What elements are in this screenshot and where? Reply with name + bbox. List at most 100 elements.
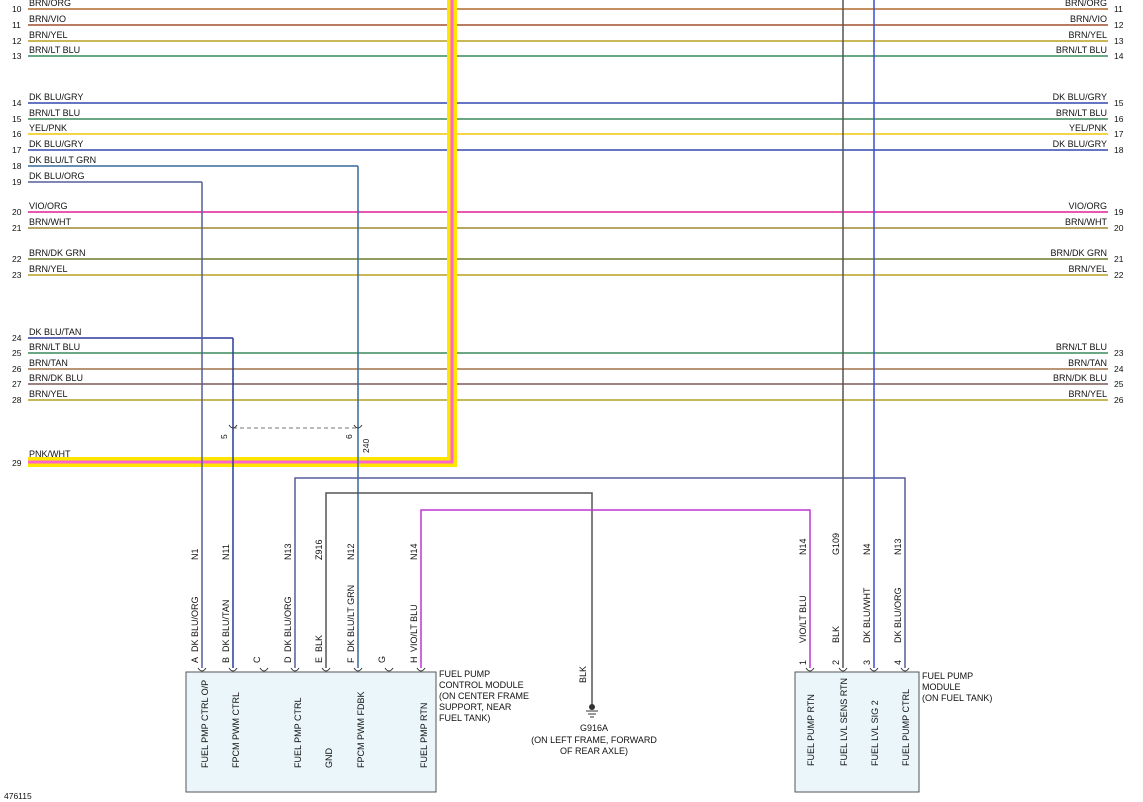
fpm-wire-4: DK BLU/ORG <box>893 587 903 643</box>
wire-label-24: DK BLU/TAN <box>29 327 81 337</box>
fpcm-wire-B: DK BLU/TAN <box>221 600 231 652</box>
fpcm-title-line-1: CONTROL MODULE <box>439 680 524 690</box>
wire-label-21: BRN/WHT <box>29 217 71 227</box>
ground-dot <box>589 704 595 710</box>
fpcm-function-A: FUEL PMP CTRL O/P <box>200 680 210 768</box>
harness-wires <box>28 0 1108 467</box>
wire-label-17: DK BLU/GRY <box>29 139 83 149</box>
right-wire-label-22: BRN/DK GRN <box>1050 248 1107 258</box>
left-pin-11: 11 <box>12 20 21 30</box>
left-pin-14: 14 <box>12 98 22 108</box>
right-pin-24: 24 <box>1114 364 1124 374</box>
fpcm-pin-mark <box>259 667 269 672</box>
right-pin-16: 16 <box>1114 114 1124 124</box>
fpcm-pin-letter-H: H <box>409 657 419 664</box>
figure-id: 476115 <box>4 791 32 801</box>
right-wire-label-16: YEL/PNK <box>1069 123 1107 133</box>
right-wire-label-17: DK BLU/GRY <box>1053 139 1107 149</box>
fpcm-box <box>185 671 437 793</box>
fpcm-circuit-B: N11 <box>221 544 231 560</box>
fpm-title-line-0: FUEL PUMP <box>922 671 973 681</box>
fpcm-pin-letter-B: B <box>221 657 231 663</box>
fpm-wire-1: VIO/LT BLU <box>798 595 808 643</box>
right-wire-label-13: BRN/LT BLU <box>1056 45 1107 55</box>
left-pin-21: 21 <box>12 223 22 233</box>
left-pin-10: 10 <box>12 4 22 14</box>
right-pin-19: 19 <box>1114 207 1124 217</box>
fpcm-title-line-4: FUEL TANK) <box>439 713 490 723</box>
left-pin-28: 28 <box>12 395 22 405</box>
fpcm-pin-mark <box>353 667 363 672</box>
fpm-title-line-2: (ON FUEL TANK) <box>922 693 992 703</box>
wire-label-14: DK BLU/GRY <box>29 92 83 102</box>
fpcm-circuit-F: N12 <box>346 543 356 560</box>
left-pin-26: 26 <box>12 364 22 374</box>
fpcm-pin-letter-G: G <box>377 656 387 663</box>
left-pin-13: 13 <box>12 51 22 61</box>
fpcm-wire-H: VIO/LT BLU <box>409 604 419 652</box>
fpcm-title-line-0: FUEL PUMP <box>439 669 490 679</box>
fpcm-pin-letter-C: C <box>252 656 262 663</box>
fpcm-pin-letter-D: D <box>283 656 293 663</box>
fpcm-wire-A: DK BLU/ORG <box>190 596 200 652</box>
right-wire-label-14: DK BLU/GRY <box>1053 92 1107 102</box>
right-wire-label-25: BRN/LT BLU <box>1056 342 1107 352</box>
left-pin-22: 22 <box>12 254 22 264</box>
fpcm-pin-mark <box>197 667 207 672</box>
ground-id: G916A <box>580 723 608 733</box>
fpcm-circuit-H: N14 <box>409 543 419 560</box>
fpcm-pin-letter-F: F <box>346 657 356 663</box>
right-pin-12: 12 <box>1114 20 1124 30</box>
n13-wire <box>294 477 906 668</box>
right-wire-label-28: BRN/YEL <box>1068 389 1107 399</box>
wire-label-12: BRN/YEL <box>29 30 68 40</box>
right-pin-21: 21 <box>1114 254 1124 264</box>
right-pin-22: 22 <box>1114 270 1124 280</box>
fpcm-title-line-2: (ON CENTER FRAME <box>439 691 529 701</box>
fpm-pin-mark <box>869 667 879 672</box>
pnk-wht-highlight <box>28 0 457 467</box>
wire-label-22: BRN/DK GRN <box>29 248 86 258</box>
fpcm-function-H: FUEL PMP RTN <box>419 703 429 768</box>
wire-label-11: BRN/VIO <box>29 14 66 24</box>
right-wire-label-27: BRN/DK BLU <box>1053 373 1107 383</box>
fpcm-pin-mark <box>228 667 238 672</box>
right-wire-label-15: BRN/LT BLU <box>1056 108 1107 118</box>
fpcm-function-F: FPCM PWM FDBK <box>356 692 366 769</box>
fpcm-function-D: FUEL PMP CTRL <box>293 697 303 768</box>
right-pin-23: 23 <box>1114 348 1124 358</box>
fpcm-pin-mark <box>290 667 300 672</box>
ground-location-line-0: (ON LEFT FRAME, FORWARD <box>531 735 657 745</box>
ground-wire-label: BLK <box>578 666 588 683</box>
connector-id: 240 <box>361 439 371 453</box>
connector-pin-5: 5 <box>219 434 229 439</box>
fpcm-pin-letter-E: E <box>314 657 324 663</box>
wire-label-10: BRN/ORG <box>29 0 71 8</box>
fpm-function-3: FUEL LVL SIG 2 <box>870 700 880 766</box>
fpcm-circuit-D: N13 <box>283 543 293 560</box>
fpm-wire-2: BLK <box>831 626 841 643</box>
wire-label-28: BRN/YEL <box>29 389 68 399</box>
fpm-pin-number-3: 3 <box>862 660 872 665</box>
fpm-function-1: FUEL PUMP RTN <box>806 694 816 766</box>
fpcm-pin-mark <box>384 667 394 672</box>
wire-label-23: BRN/YEL <box>29 264 68 274</box>
right-wire-label-26: BRN/TAN <box>1068 358 1107 368</box>
fpcm-pin-mark <box>416 667 426 672</box>
fpm-pin-number-2: 2 <box>831 660 841 665</box>
fpm-title-line-1: MODULE <box>922 682 961 692</box>
left-pin-18: 18 <box>12 161 22 171</box>
left-pin-15: 15 <box>12 114 22 124</box>
right-pin-25: 25 <box>1114 379 1124 389</box>
left-pin-23: 23 <box>12 270 22 280</box>
right-pin-18: 18 <box>1114 145 1124 155</box>
fpcm-wire-E: BLK <box>314 635 324 652</box>
wire-label-29: PNK/WHT <box>29 449 71 459</box>
right-wire-label-23: BRN/YEL <box>1068 264 1107 274</box>
fpm-circuit-1: N14 <box>798 538 808 555</box>
right-pin-14: 14 <box>1114 51 1124 61</box>
fpcm-title-line-3: SUPPORT, NEAR <box>439 702 512 712</box>
fpm-function-4: FUEL PUMP CTRL <box>901 689 911 766</box>
left-pin-12: 12 <box>12 36 22 46</box>
right-wire-label-12: BRN/YEL <box>1068 30 1107 40</box>
